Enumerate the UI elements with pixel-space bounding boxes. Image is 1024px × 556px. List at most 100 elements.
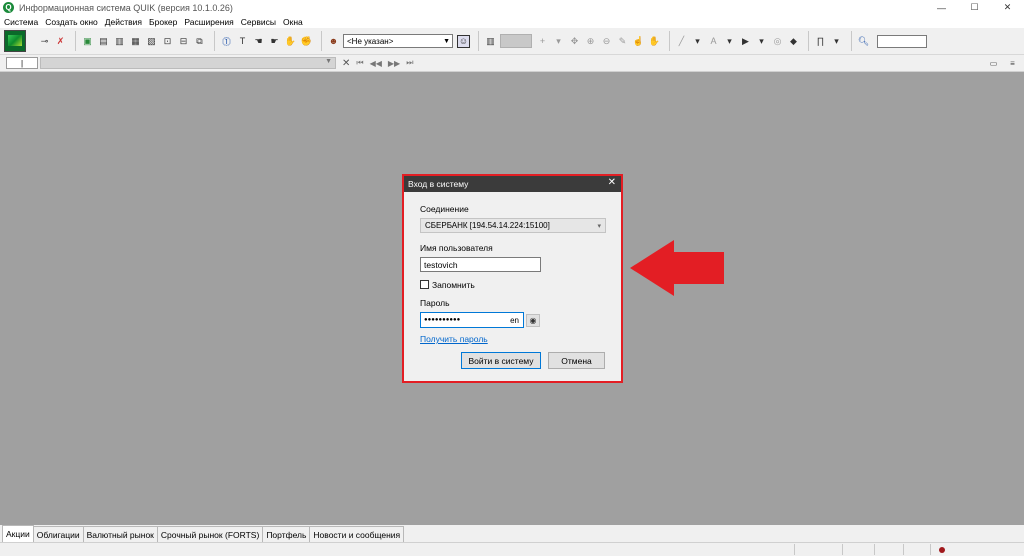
move-icon[interactable]: ✥ (568, 35, 581, 48)
menu-windows[interactable]: Окна (283, 17, 303, 27)
pencil-icon[interactable]: ✎ (616, 35, 629, 48)
red-arrow-annotation (630, 240, 724, 296)
instrument-filter-combo[interactable]: ▼ (40, 57, 336, 69)
tab-forts[interactable]: Срочный рынок (FORTS) (156, 526, 264, 542)
connection-status-icon (939, 547, 945, 553)
window-title: Информационная система QUIK (версия 10.1… (19, 2, 233, 13)
cancel-button[interactable]: Отмена (548, 352, 605, 369)
username-input[interactable]: testovich (420, 257, 541, 272)
password-input[interactable]: ●●●●●●●●●● en (420, 312, 524, 328)
chevron-down-icon[interactable]: ▾ (830, 35, 843, 48)
status-divider (874, 544, 875, 555)
dialog-title: Вход в систему (408, 179, 469, 189)
last-page-icon[interactable]: ⏭ (406, 58, 413, 68)
password-label: Пароль (420, 298, 450, 308)
minimize-button[interactable]: — (925, 0, 958, 15)
search-input[interactable] (877, 34, 927, 48)
maximize-button[interactable]: ☐ (958, 0, 991, 15)
line-tool-icon[interactable]: ╱ (675, 35, 688, 48)
trades-window-icon[interactable]: ▦ (129, 35, 142, 48)
eye-tool-icon[interactable]: ◎ (771, 35, 784, 48)
chevron-down-icon[interactable]: ▾ (755, 35, 768, 48)
chevron-down-icon: ▾ (597, 222, 601, 230)
clear-icon[interactable]: ✕ (342, 58, 350, 69)
zoom-out-icon[interactable]: ⊖ (600, 35, 613, 48)
chevron-down-icon: ▼ (443, 37, 450, 45)
window-controls: — ☐ ✕ (925, 0, 1024, 15)
multi-hand-icon[interactable]: ✋ (284, 35, 297, 48)
hand-icon[interactable]: ☚ (252, 35, 265, 48)
toolbar-separator (75, 31, 76, 51)
positions-window-icon[interactable]: ▧ (145, 35, 158, 48)
crosshair-icon[interactable]: + (536, 35, 549, 48)
toolbar-separator (321, 31, 322, 51)
status-divider (903, 544, 904, 555)
chevron-down-icon[interactable]: ▾ (691, 35, 704, 48)
pointer-hand-icon[interactable]: ☝ (632, 35, 645, 48)
menu-extensions[interactable]: Расширения (184, 17, 233, 27)
message-icon[interactable]: ▭ (986, 57, 1001, 69)
magnet-icon[interactable]: ∏ (814, 35, 827, 48)
menu-broker[interactable]: Брокер (149, 17, 177, 27)
connection-value: СБЕРБАНК [194.54.14.224:15100] (425, 221, 550, 230)
hand-trade-icon[interactable]: ☛ (268, 35, 281, 48)
menu-icon[interactable]: ≡ (1005, 57, 1020, 69)
account-select-value: <Не указан> (347, 36, 394, 46)
bottom-tab-bar: Акции Облигации Валютный рынок Срочный р… (0, 525, 1024, 542)
get-password-link[interactable]: Получить пароль (420, 334, 488, 344)
zoom-in-icon[interactable]: ⊕ (584, 35, 597, 48)
search-icon[interactable]: 🔍︎ (857, 35, 870, 48)
new-table-icon[interactable]: ▣ (81, 35, 94, 48)
menu-services[interactable]: Сервисы (241, 17, 276, 27)
diamond-icon[interactable]: ◆ (787, 35, 800, 48)
show-password-icon[interactable]: ◉ (526, 314, 540, 327)
close-icon[interactable]: ✕ (608, 177, 616, 188)
text-icon[interactable]: T (236, 35, 249, 48)
next-page-icon[interactable]: ▶▶ (388, 59, 400, 68)
chevron-down-icon[interactable]: ▾ (723, 35, 736, 48)
user-settings-icon[interactable]: ☺ (457, 34, 470, 48)
chevron-down-icon: ▼ (325, 58, 332, 65)
edit-table-icon[interactable]: ⊟ (177, 35, 190, 48)
menu-create-window[interactable]: Создать окно (45, 17, 98, 27)
chevron-down-icon[interactable]: ▾ (552, 35, 565, 48)
connection-select[interactable]: СБЕРБАНК [194.54.14.224:15100] ▾ (420, 218, 606, 233)
text-tool-icon[interactable]: A (707, 35, 720, 48)
close-button[interactable]: ✕ (991, 0, 1024, 15)
first-page-icon[interactable]: ⏮ (356, 58, 363, 68)
pan-hand-icon[interactable]: ✋ (648, 35, 661, 48)
copy-table-icon[interactable]: ⧉ (193, 35, 206, 48)
connect-icon[interactable]: ⊸ (38, 35, 51, 48)
menu-system[interactable]: Система (4, 17, 38, 27)
tab-news[interactable]: Новости и сообщения (309, 526, 405, 542)
disconnect-icon[interactable]: ✗ (54, 35, 67, 48)
toolbar-separator (851, 31, 852, 51)
grab-icon[interactable]: ✊ (300, 35, 313, 48)
toolbar-separator (478, 31, 479, 51)
quotes-window-icon[interactable]: ▤ (97, 35, 110, 48)
filter-box[interactable]: | (6, 57, 38, 69)
username-label: Имя пользователя (420, 243, 493, 253)
prev-page-icon[interactable]: ◀◀ (370, 59, 382, 68)
quik-logo-icon[interactable] (4, 30, 26, 52)
alert-icon[interactable]: ⓵ (220, 35, 233, 48)
flag-icon[interactable]: ▶ (739, 35, 752, 48)
tab-portfolio[interactable]: Портфель (262, 526, 311, 542)
status-bar (0, 542, 1024, 556)
chart-instrument-combo (500, 34, 532, 48)
quik-app-icon: Q (3, 2, 14, 13)
keyboard-lang-indicator: en (510, 315, 519, 325)
username-value: testovich (424, 259, 458, 270)
secondary-toolbar-right: ▭ ≡ (982, 57, 1020, 69)
toolbar-separator (214, 31, 215, 51)
chart-icon[interactable]: ▥ (484, 35, 497, 48)
orders-window-icon[interactable]: ▥ (113, 35, 126, 48)
tab-bonds[interactable]: Облигации (32, 526, 84, 542)
menu-actions[interactable]: Действия (105, 17, 142, 27)
search-table-icon[interactable]: ⊡ (161, 35, 174, 48)
login-button[interactable]: Войти в систему (461, 352, 541, 369)
tab-stocks[interactable]: Акции (2, 525, 34, 542)
tab-currency-market[interactable]: Валютный рынок (82, 526, 158, 542)
account-select[interactable]: <Не указан> ▼ (343, 34, 453, 48)
remember-checkbox[interactable] (420, 280, 429, 289)
